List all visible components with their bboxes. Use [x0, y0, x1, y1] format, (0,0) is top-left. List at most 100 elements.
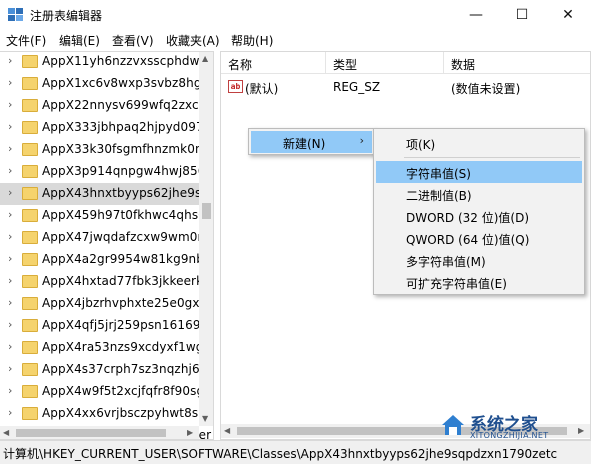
context-menu-new[interactable]: 新建(N) ›: [251, 131, 372, 153]
submenu-item-label: 可扩充字符串值(E): [406, 277, 507, 291]
menu-favorites[interactable]: 收藏夹(A): [166, 32, 220, 49]
tree-item-label: AppX459h97t0fkhwc4qhs0: [42, 208, 206, 222]
expand-chevron-icon[interactable]: ›: [8, 340, 12, 353]
expand-chevron-icon[interactable]: ›: [8, 142, 12, 155]
submenu-item-label: 项(K): [406, 138, 436, 152]
submenu-item-multi-string-value[interactable]: 多字符串值(M): [376, 249, 582, 271]
scroll-right-icon[interactable]: ▶: [187, 428, 193, 437]
expand-chevron-icon[interactable]: ›: [8, 98, 12, 111]
new-submenu: 项(K) 字符串值(S) 二进制值(B) DWORD (32 位)值(D) QW…: [373, 128, 585, 295]
maximize-button[interactable]: ☐: [499, 0, 545, 30]
folder-icon: [22, 165, 38, 178]
folder-icon: [22, 319, 38, 332]
folder-icon: [22, 187, 38, 200]
tree-hscroll-thumb[interactable]: [16, 429, 166, 437]
column-header-type[interactable]: 类型: [326, 52, 444, 74]
tree-item[interactable]: › AppX4hxtad77fbk3jkkeerk: [0, 271, 204, 293]
folder-icon: [22, 341, 38, 354]
close-button[interactable]: ✕: [545, 0, 591, 30]
key-tree-pane[interactable]: › AppX11yh6nzzvxsscphdw5 › AppX1xc6v8wxp3sv…: [0, 51, 214, 440]
tree-item[interactable]: › AppX3p914qnpgw4hwj856: [0, 161, 205, 183]
submenu-item-label: 二进制值(B): [406, 189, 472, 203]
registry-editor-icon: [8, 8, 23, 21]
tree-item[interactable]: › AppX4a2gr9954w81kg9nb: [0, 249, 204, 271]
expand-chevron-icon[interactable]: ›: [8, 318, 12, 331]
folder-icon: [22, 363, 38, 376]
column-header-data[interactable]: 数据: [444, 52, 590, 74]
submenu-item-string-value[interactable]: 字符串值(S): [376, 161, 582, 183]
tree-item[interactable]: › AppX1xc6v8wxp3svbz8hgc: [0, 73, 208, 95]
tree-item[interactable]: › AppX47jwqdafzcxw9wm0m: [0, 227, 209, 249]
menu-bar: 文件(F) 编辑(E) 查看(V) 收藏夹(A) 帮助(H): [0, 30, 591, 50]
tree-scroll-thumb[interactable]: [202, 203, 211, 219]
expand-chevron-icon[interactable]: ›: [8, 384, 12, 397]
tree-vertical-scrollbar[interactable]: ▲ ▼: [199, 52, 213, 426]
scroll-left-icon[interactable]: ◀: [3, 428, 9, 437]
tree-item[interactable]: › AppX43hnxtbyyps62jhe9sq: [0, 183, 209, 205]
scroll-up-icon[interactable]: ▲: [202, 54, 208, 63]
value-type: REG_SZ: [333, 80, 381, 94]
watermark-url: XITONGZHIJIA.NET: [470, 431, 549, 440]
menu-help[interactable]: 帮助(H): [231, 32, 273, 49]
menu-file[interactable]: 文件(F): [6, 32, 46, 49]
expand-chevron-icon[interactable]: ›: [8, 296, 12, 309]
tree-item[interactable]: › AppX33k30fsgmfhnzmk0nv: [0, 139, 210, 161]
tree-horizontal-scrollbar[interactable]: ◀ ▶: [0, 426, 199, 439]
submenu-item-qword-value[interactable]: QWORD (64 位)值(Q): [376, 227, 582, 249]
tree-item[interactable]: › AppX4ra53nzs9xcdyxf1wgc: [0, 337, 210, 359]
expand-chevron-icon[interactable]: ›: [8, 120, 12, 133]
tree-item-label: AppX4jbzrhvphxte25e0gxh: [42, 296, 208, 310]
folder-icon: [22, 99, 38, 112]
context-menu: 新建(N) ›: [248, 128, 375, 155]
submenu-item-binary-value[interactable]: 二进制值(B): [376, 183, 582, 205]
tree-item-label: AppX4w9f5t2xcjfqfr8f90sgf: [42, 384, 209, 398]
expand-chevron-icon[interactable]: ›: [8, 230, 12, 243]
scroll-down-icon[interactable]: ▼: [202, 414, 208, 423]
tree-item-label: AppX4hxtad77fbk3jkkeerk: [42, 274, 204, 288]
tree-item[interactable]: › AppX333jbhpaq2hjpyd097: [0, 117, 204, 139]
expand-chevron-icon[interactable]: ›: [8, 252, 12, 265]
folder-icon: [22, 209, 38, 222]
value-row[interactable]: ab (默认) REG_SZ (数值未设置): [221, 77, 590, 97]
submenu-item-expandable-string-value[interactable]: 可扩充字符串值(E): [376, 271, 582, 293]
submenu-item-key[interactable]: 项(K): [376, 132, 582, 154]
menu-view[interactable]: 查看(V): [112, 32, 154, 49]
minimize-button[interactable]: —: [453, 0, 499, 30]
expand-chevron-icon[interactable]: ›: [8, 208, 12, 221]
string-value-icon: ab: [228, 80, 243, 93]
value-name: (默认): [245, 82, 279, 96]
expand-chevron-icon[interactable]: ›: [8, 362, 12, 375]
tree-item[interactable]: › AppX4xx6vrjbsczpyhwt8s8y: [0, 403, 213, 425]
expand-chevron-icon[interactable]: ›: [8, 54, 12, 67]
tree-item[interactable]: › AppX4w9f5t2xcjfqfr8f90sgf: [0, 381, 208, 403]
tree-item-label: AppX47jwqdafzcxw9wm0m: [42, 230, 210, 244]
tree-item[interactable]: › AppX11yh6nzzvxsscphdw5: [0, 52, 207, 73]
submenu-item-dword-value[interactable]: DWORD (32 位)值(D): [376, 205, 582, 227]
tree-item[interactable]: › AppX4jbzrhvphxte25e0gxh: [0, 293, 207, 315]
watermark: 系统之家 XITONGZHIJIA.NET: [440, 410, 588, 444]
tree-item[interactable]: › AppX4qfj5jrj259psn161698: [0, 315, 208, 337]
tree-item[interactable]: › AppX4s37crph7sz3nqzhj65: [0, 359, 207, 381]
tree-item-label: AppX1xc6v8wxp3svbz8hgc: [42, 76, 209, 90]
tree-item-label: AppX11yh6nzzvxsscphdw5: [42, 54, 208, 68]
tree-item-label: AppX4a2gr9954w81kg9nb: [42, 252, 204, 266]
tree-item[interactable]: › AppX459h97t0fkhwc4qhs0: [0, 205, 206, 227]
menu-edit[interactable]: 编辑(E): [59, 32, 100, 49]
title-bar: 注册表编辑器 — ☐ ✕: [0, 0, 591, 30]
expand-chevron-icon[interactable]: ›: [8, 186, 12, 199]
column-header-name[interactable]: 名称: [221, 52, 326, 74]
tree-item-label: AppX3p914qnpgw4hwj856: [42, 164, 206, 178]
folder-icon: [22, 253, 38, 266]
tree-item-label: AppX4xx6vrjbsczpyhwt8s8y: [42, 406, 214, 420]
tree-item[interactable]: › AppX22nnysv699wfq2zxc7: [0, 95, 206, 117]
expand-chevron-icon[interactable]: ›: [8, 274, 12, 287]
tree-item-label: AppX33k30fsgmfhnzmk0nv: [42, 142, 210, 156]
expand-chevron-icon[interactable]: ›: [8, 164, 12, 177]
chevron-right-icon: ›: [359, 134, 364, 147]
submenu-separator: [404, 157, 580, 158]
context-menu-new-label: 新建(N): [283, 137, 326, 151]
expand-chevron-icon[interactable]: ›: [8, 76, 12, 89]
expand-chevron-icon[interactable]: ›: [8, 406, 12, 419]
folder-icon: [22, 55, 38, 68]
scroll-left-icon[interactable]: ◀: [224, 426, 230, 435]
